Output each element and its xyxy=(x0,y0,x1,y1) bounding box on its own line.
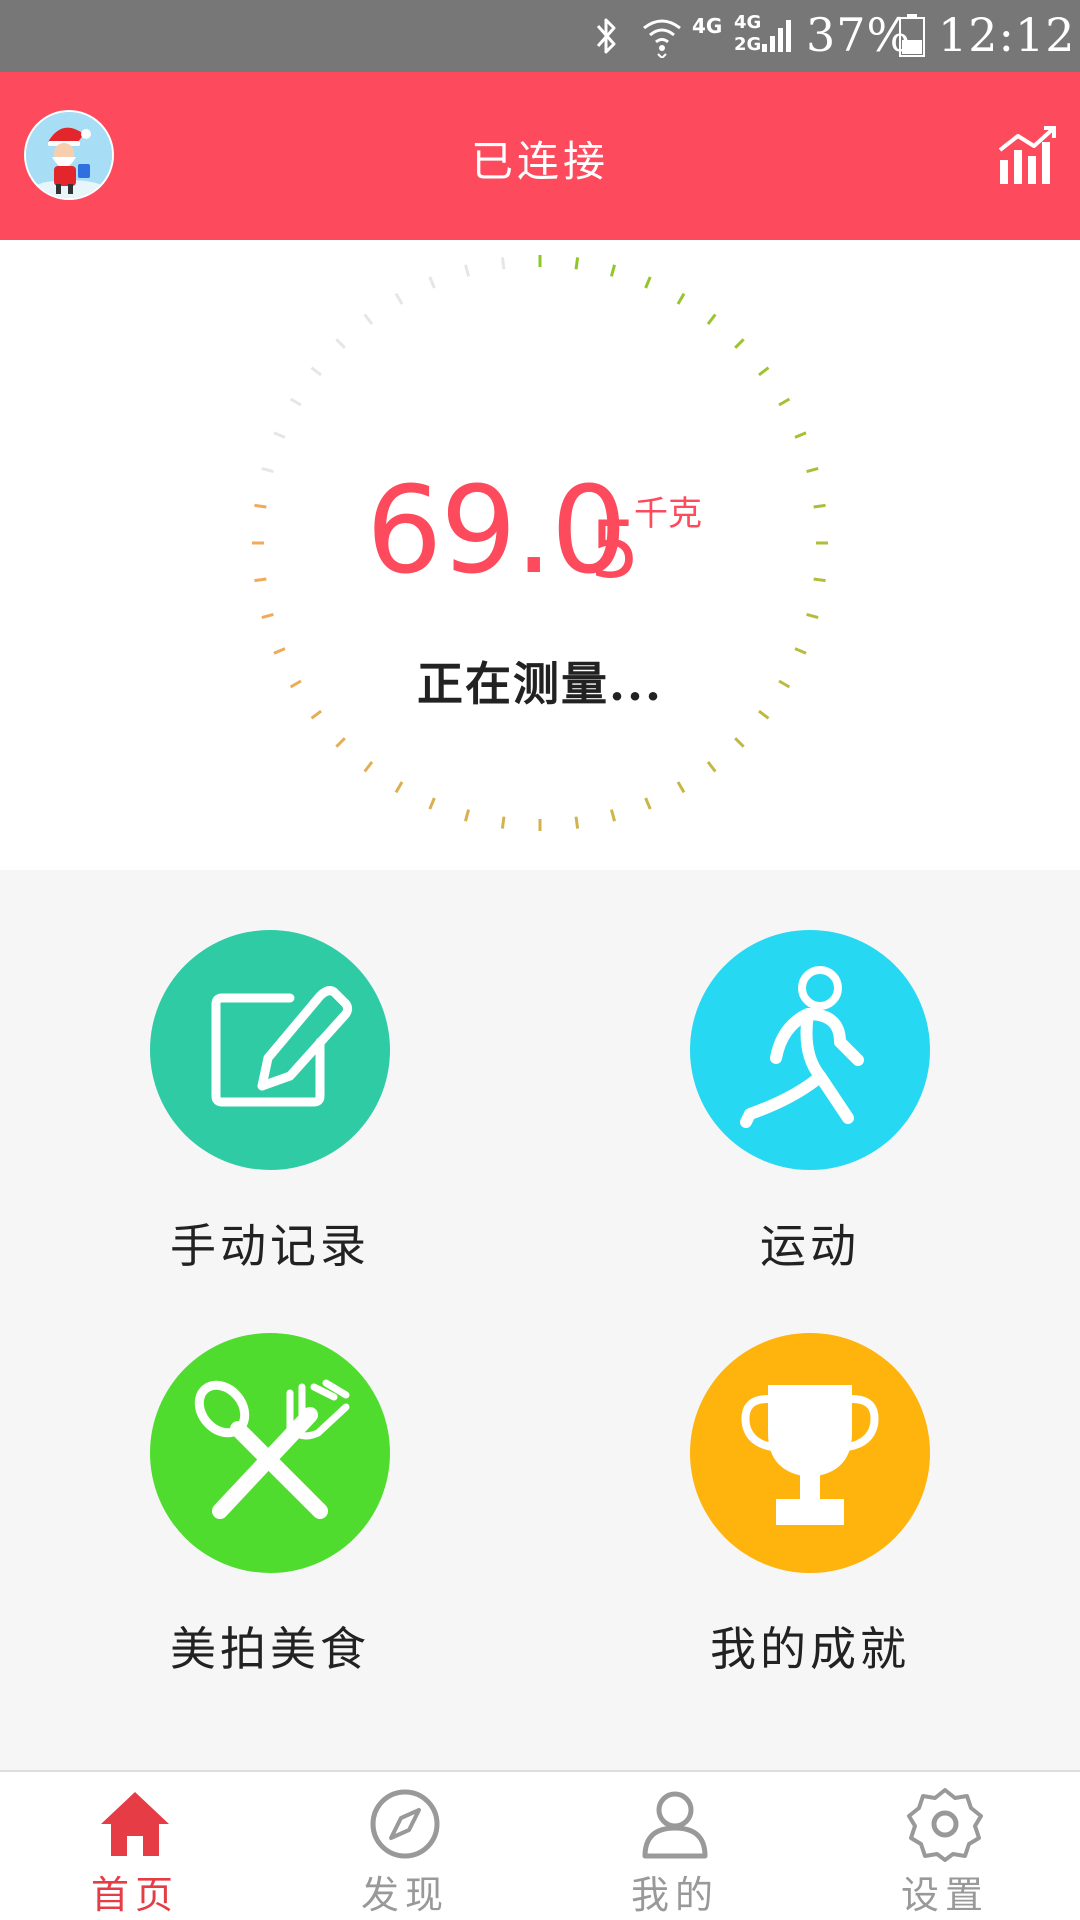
gauge-tick xyxy=(394,781,404,794)
gauge-tick xyxy=(644,276,652,289)
signal-icon xyxy=(762,16,794,58)
gauge-tick xyxy=(574,816,580,829)
gauge-tick xyxy=(574,257,580,270)
settings-icon xyxy=(907,1786,983,1866)
gauge-tick xyxy=(500,257,506,270)
gauge-tick xyxy=(806,612,819,619)
gauge-tick xyxy=(289,397,302,407)
home-icon xyxy=(97,1786,173,1866)
gauge-tick xyxy=(310,366,322,377)
feature-food-photo[interactable]: 美拍美食 xyxy=(70,1273,470,1676)
gauge-tick xyxy=(335,737,346,748)
battery-percent: 37% xyxy=(806,8,912,62)
gauge-tick xyxy=(609,264,616,277)
nav-settings-label: 设置 xyxy=(900,1873,989,1917)
nav-discover-label: 发现 xyxy=(360,1873,449,1917)
nav-mine[interactable]: 我的 xyxy=(540,1772,810,1920)
gauge-tick xyxy=(335,338,346,349)
top-app-bar: 已连接 xyxy=(0,72,1080,240)
gauge-tick xyxy=(394,292,404,305)
edit-icon xyxy=(211,986,353,1107)
gauge-tick xyxy=(428,276,436,289)
gauge-tick xyxy=(363,761,374,773)
gauge-tick xyxy=(500,816,506,829)
battery-icon xyxy=(898,14,926,62)
network-type-top: 4G xyxy=(734,12,762,33)
user-icon xyxy=(637,1786,713,1866)
network-type-bottom: 2G xyxy=(734,34,762,55)
achievements-label: 我的成就 xyxy=(710,1622,910,1676)
utensils-icon xyxy=(194,1379,350,1519)
exercise-label: 运动 xyxy=(760,1219,860,1273)
gauge-tick xyxy=(676,292,686,305)
trend-chart-button[interactable] xyxy=(996,122,1060,186)
food-photo-button[interactable] xyxy=(150,1333,390,1573)
gauge-tick xyxy=(813,577,826,583)
bluetooth-icon xyxy=(592,16,620,60)
weight-value-decimal: 5 xyxy=(590,506,640,596)
nav-discover[interactable]: 发现 xyxy=(270,1772,540,1920)
gauge-tick xyxy=(428,797,436,810)
compass-icon xyxy=(367,1786,443,1866)
gauge-tick xyxy=(813,503,826,509)
feature-manual-record[interactable]: 手动记录 xyxy=(70,870,470,1273)
weight-unit: 千克 xyxy=(634,494,702,534)
gauge-tick xyxy=(254,503,267,509)
feature-achievements[interactable]: 我的成就 xyxy=(610,1273,1010,1676)
nav-home-label: 首页 xyxy=(90,1873,179,1917)
nav-mine-label: 我的 xyxy=(630,1873,719,1917)
status-bar: 4G 4G 2G 37% 12:12 xyxy=(0,0,1080,72)
gauge-tick xyxy=(273,431,286,439)
feature-exercise[interactable]: 运动 xyxy=(610,870,1010,1273)
gauge-tick xyxy=(758,366,770,377)
bar-chart-icon xyxy=(998,126,1056,184)
gauge-tick xyxy=(464,809,471,822)
food-photo-label: 美拍美食 xyxy=(170,1622,370,1676)
gauge-tick xyxy=(706,761,717,773)
bottom-navigation: 首页 发现 我的 设置 xyxy=(0,1770,1080,1920)
gauge-tick xyxy=(363,313,374,325)
nav-home[interactable]: 首页 xyxy=(0,1772,270,1920)
weight-value-main: 69.0 xyxy=(366,462,627,601)
exercise-button[interactable] xyxy=(690,930,930,1170)
weight-gauge: 69.0 5 千克 正在测量... xyxy=(0,240,1080,870)
nav-settings[interactable]: 设置 xyxy=(810,1772,1080,1920)
gauge-tick xyxy=(261,467,274,474)
gauge-tick xyxy=(261,612,274,619)
gauge-tick xyxy=(734,338,745,349)
gauge-tick xyxy=(254,577,267,583)
gauge-tick xyxy=(794,431,807,439)
manual-record-button[interactable] xyxy=(150,930,390,1170)
gauge-tick xyxy=(464,264,471,277)
gauge-tick xyxy=(609,809,616,822)
measurement-status: 正在测量... xyxy=(416,657,664,711)
running-icon xyxy=(740,966,864,1128)
gauge-tick xyxy=(734,737,745,748)
gauge-tick xyxy=(644,797,652,810)
gauge-tick xyxy=(778,397,791,407)
trophy-icon xyxy=(741,1385,879,1525)
clock: 12:12 xyxy=(938,8,1076,62)
gauge-tick xyxy=(706,313,717,325)
achievements-button[interactable] xyxy=(690,1333,930,1573)
connection-status-title: 已连接 xyxy=(470,137,609,186)
gauge-tick xyxy=(676,781,686,794)
feature-grid: 手动记录 运动 美拍美食 我的成就 xyxy=(0,870,1080,1770)
screen: 4G 4G 2G 37% 12:12 已连接 69.0 5 千克 正在测量...… xyxy=(0,0,1080,1920)
manual-record-label: 手动记录 xyxy=(170,1219,370,1273)
gauge-tick xyxy=(806,467,819,474)
network-type-label: 4G xyxy=(692,14,723,38)
wifi-icon xyxy=(640,14,684,62)
